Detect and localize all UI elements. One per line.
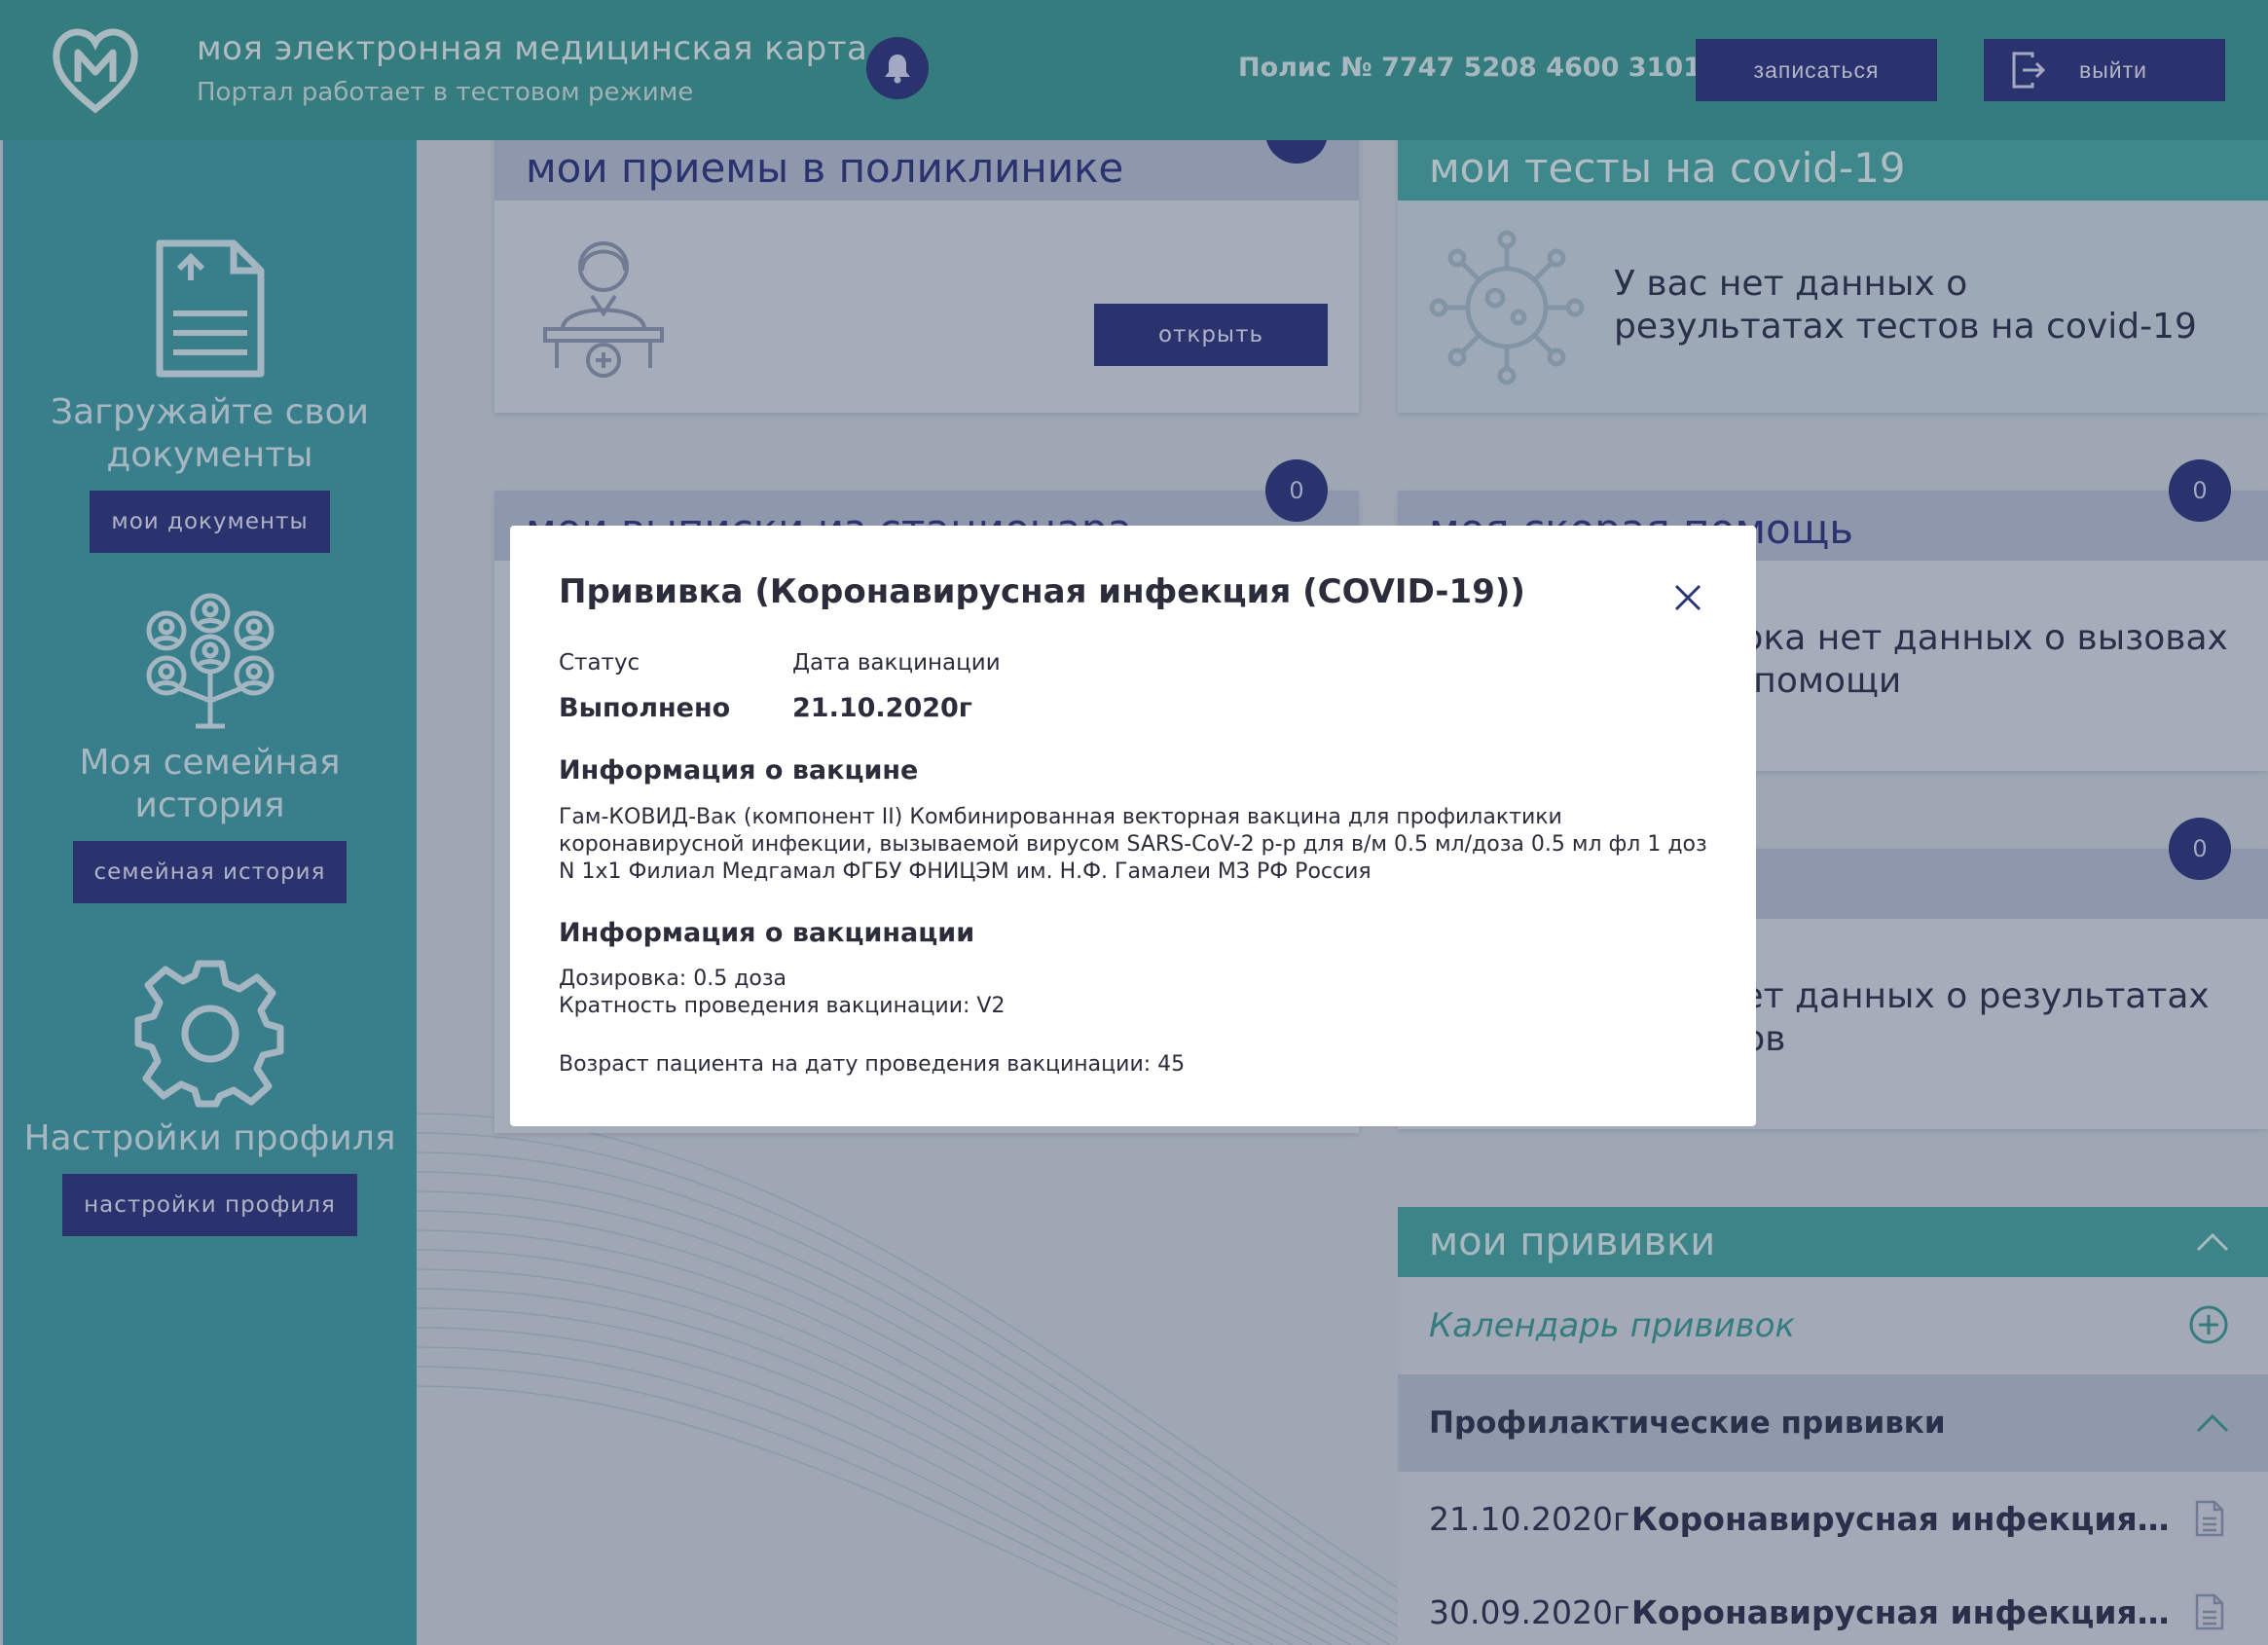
close-icon	[1674, 584, 1701, 611]
vaccine-info-text: Гам-КОВИД-Вак (компонент II) Комбинирова…	[559, 805, 1707, 884]
status-label: Статус	[559, 650, 640, 676]
multiplicity-text: Кратность проведения вакцинации: V2	[559, 994, 1006, 1018]
vaccination-details-modal: Прививка (Коронавирусная инфекция (COVID…	[510, 526, 1756, 1126]
patient-age-text: Возраст пациента на дату проведения вакц…	[559, 1052, 1186, 1077]
modal-title: Прививка (Коронавирусная инфекция (COVID…	[559, 572, 1525, 611]
dosage-text: Дозировка: 0.5 доза	[559, 967, 787, 991]
vaccine-info-heading: Информация о вакцине	[559, 755, 919, 786]
date-label: Дата вакцинации	[792, 650, 1001, 676]
date-value: 21.10.2020г	[792, 693, 972, 723]
status-value: Выполнено	[559, 693, 731, 723]
close-modal-button[interactable]	[1668, 578, 1707, 617]
vaccination-info-heading: Информация о вакцинации	[559, 918, 975, 948]
